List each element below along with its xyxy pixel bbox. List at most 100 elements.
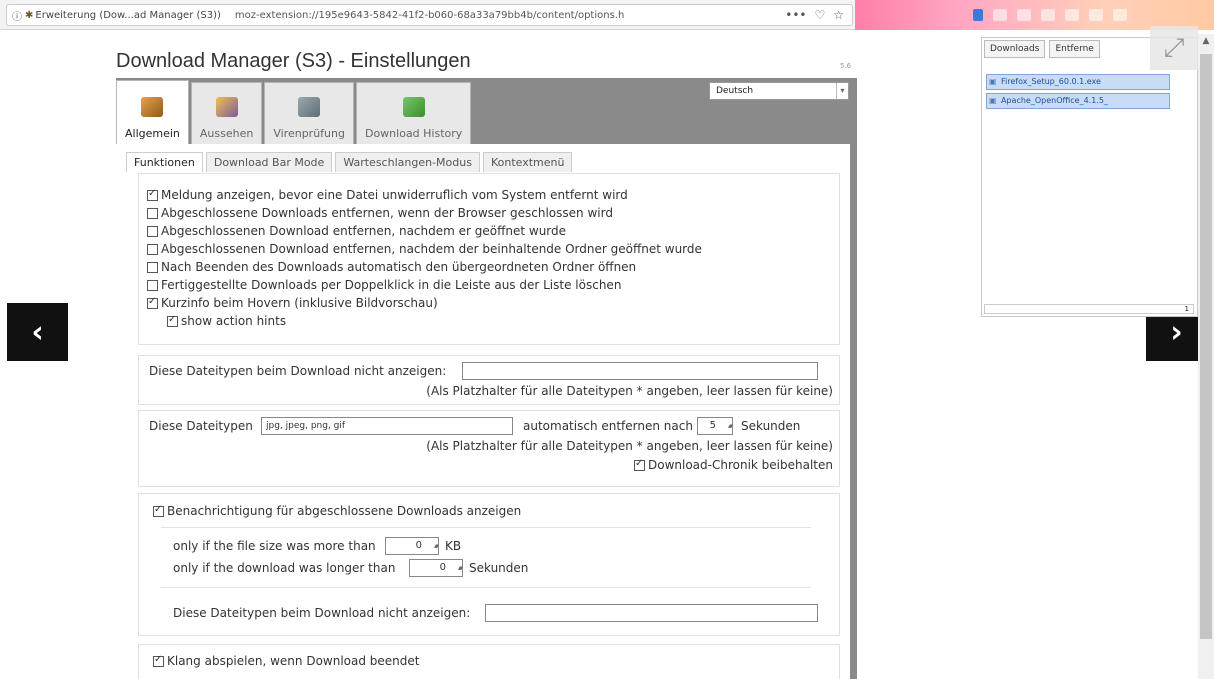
more-icon[interactable]: •••: [785, 8, 806, 22]
option-label: Abgeschlossene Downloads entfernen, wenn…: [161, 206, 613, 220]
previous-image-button[interactable]: ‹: [7, 303, 68, 361]
checkbox[interactable]: [147, 279, 158, 291]
checkbox[interactable]: [147, 225, 158, 237]
option-remove-on-open[interactable]: Abgeschlossenen Download entfernen, nach…: [147, 224, 566, 238]
tab-allgemein[interactable]: Allgemein: [116, 80, 189, 144]
checkbox[interactable]: [147, 243, 158, 255]
settings-frame: Allgemein Aussehen Virenprüfung Download…: [116, 78, 857, 679]
tab-aussehen[interactable]: Aussehen: [190, 82, 263, 144]
menu-icon[interactable]: [1113, 9, 1127, 21]
checkbox[interactable]: [147, 296, 158, 309]
auto-remove-after-label: automatisch entfernen nach: [523, 419, 693, 433]
url-bar[interactable]: ⓘ ✱ Erweiterung (Dow...ad Manager (S3)) …: [6, 4, 853, 26]
info-icon[interactable]: ⓘ: [9, 8, 25, 23]
option-keep-history[interactable]: Download-Chronik beibehalten: [634, 458, 833, 472]
checkbox[interactable]: [167, 314, 178, 327]
main-tabs: Allgemein Aussehen Virenprüfung Download…: [116, 80, 473, 144]
checkbox[interactable]: [147, 207, 158, 219]
auto-remove-seconds-stepper[interactable]: 5: [697, 417, 733, 435]
option-label: Klang abspielen, wenn Download beendet: [167, 654, 420, 668]
tab-virenpruefung[interactable]: Virenprüfung: [264, 82, 354, 144]
notification-group: Benachrichtigung für abgeschlossene Down…: [138, 493, 840, 636]
tab-label: Download History: [364, 127, 463, 140]
checkbox[interactable]: [147, 188, 158, 201]
account-icon[interactable]: [1041, 9, 1055, 21]
time-threshold-stepper[interactable]: 0: [409, 559, 463, 577]
auto-remove-group: Diese Dateitypen jpg, jpeg, png, gif aut…: [138, 410, 840, 487]
notify-hide-types-label: Diese Dateitypen beim Download nicht anz…: [173, 606, 471, 620]
language-select[interactable]: Deutsch ▾: [709, 82, 849, 100]
page-title: Download Manager (S3) - Einstellungen: [116, 50, 471, 72]
option-hover-info[interactable]: Kurzinfo beim Hovern (inklusive Bildvors…: [147, 296, 438, 310]
option-label: Kurzinfo beim Hovern (inklusive Bildvors…: [161, 296, 438, 310]
sidebar-tab-entfernen[interactable]: Entferne: [1049, 40, 1100, 58]
checkbox[interactable]: [153, 654, 164, 667]
option-confirm-delete[interactable]: Meldung anzeigen, bevor eine Datei unwid…: [147, 188, 628, 202]
page-scrollbar[interactable]: ▲: [1198, 34, 1214, 679]
option-play-sound[interactable]: Klang abspielen, wenn Download beendet: [153, 654, 419, 668]
option-label: Nach Beenden des Downloads automatisch d…: [161, 260, 637, 274]
subtab-warteschlangen-modus[interactable]: Warteschlangen-Modus: [335, 152, 480, 172]
language-value: Deutsch: [716, 86, 754, 96]
size-threshold-label: only if the file size was more than: [173, 539, 376, 553]
library-icon[interactable]: [993, 9, 1007, 21]
version-label: 5.6: [840, 62, 852, 70]
divider: [161, 587, 811, 588]
gear-box-icon: [141, 97, 164, 117]
option-action-hints[interactable]: show action hints: [167, 314, 286, 328]
auto-remove-label: Diese Dateitypen: [149, 419, 253, 433]
options-group: Meldung anzeigen, bevor eine Datei unwid…: [138, 173, 840, 345]
checkbox[interactable]: [153, 504, 164, 517]
notify-hide-types-input[interactable]: [485, 604, 818, 622]
download-item[interactable]: Apache_OpenOffice_4.1.5_: [986, 93, 1170, 109]
tab-title: Erweiterung (Dow...ad Manager (S3)): [35, 9, 221, 21]
option-label: Abgeschlossenen Download entfernen, nach…: [161, 242, 702, 256]
tab-label: Aussehen: [199, 127, 254, 140]
subtab-kontextmenue[interactable]: Kontextmenü: [482, 152, 573, 172]
scrollbar-thumb[interactable]: [1200, 54, 1212, 639]
divider: [161, 527, 811, 528]
checkbox[interactable]: [147, 261, 158, 273]
auto-remove-types-input[interactable]: jpg, jpeg, png, gif: [261, 417, 513, 435]
tab-download-history[interactable]: Download History: [355, 82, 472, 144]
option-open-parent-folder[interactable]: Nach Beenden des Downloads automatisch d…: [147, 260, 636, 274]
bookmark-star-icon[interactable]: ☆: [833, 8, 844, 22]
extension-badge-icon[interactable]: [1065, 9, 1079, 21]
expand-icon[interactable]: ⤢: [1150, 26, 1198, 70]
download-item[interactable]: Firefox_Setup_60.0.1.exe: [986, 74, 1170, 90]
option-notify[interactable]: Benachrichtigung für abgeschlossene Down…: [153, 504, 521, 518]
url-text[interactable]: moz-extension://195e9643-5842-41f2-b060-…: [235, 10, 785, 21]
history-icon: [402, 97, 425, 117]
auto-remove-unit: Sekunden: [741, 419, 801, 433]
chevron-down-icon[interactable]: ▾: [836, 83, 848, 99]
sidebar-tab-downloads[interactable]: Downloads: [984, 40, 1046, 58]
hide-types-hint: (Als Platzhalter für alle Dateitypen * a…: [426, 384, 833, 398]
browser-toolbar: ⓘ ✱ Erweiterung (Dow...ad Manager (S3)) …: [0, 0, 1214, 30]
option-label: Benachrichtigung für abgeschlossene Down…: [167, 504, 522, 518]
scroll-up-icon[interactable]: ▲: [1198, 34, 1214, 48]
tab-label: Allgemein: [125, 127, 180, 140]
auto-remove-hint: (Als Platzhalter für alle Dateitypen * a…: [426, 439, 833, 453]
option-label: Meldung anzeigen, bevor eine Datei unwid…: [161, 188, 628, 202]
option-remove-on-close[interactable]: Abgeschlossene Downloads entfernen, wenn…: [147, 206, 613, 220]
subtab-download-bar-mode[interactable]: Download Bar Mode: [205, 152, 333, 172]
download-icon[interactable]: [973, 9, 983, 21]
sidebar-icon[interactable]: [1017, 9, 1031, 21]
sub-tabs: Funktionen Download Bar Mode Warteschlan…: [126, 152, 575, 172]
sidebar-status: 1: [984, 304, 1194, 314]
checkbox[interactable]: [634, 458, 645, 471]
settings-panel: Funktionen Download Bar Mode Warteschlan…: [116, 144, 850, 679]
pocket-icon[interactable]: ♡: [814, 8, 825, 22]
download-sidebar: Downloads Entferne Firefox_Setup_60.0.1.…: [981, 37, 1198, 317]
addon-icon[interactable]: [1089, 9, 1103, 21]
paint-icon: [215, 97, 238, 117]
size-threshold-stepper[interactable]: 0: [385, 537, 439, 555]
time-threshold-label: only if the download was longer than: [173, 561, 396, 575]
hide-types-input[interactable]: [462, 362, 818, 380]
option-doubleclick-remove[interactable]: Fertiggestellte Downloads per Doppelklic…: [147, 278, 621, 292]
subtab-funktionen[interactable]: Funktionen: [126, 152, 203, 172]
option-label: Fertiggestellte Downloads per Doppelklic…: [161, 278, 622, 292]
option-label: Download-Chronik beibehalten: [648, 458, 833, 472]
option-label: Abgeschlossenen Download entfernen, nach…: [161, 224, 567, 238]
option-remove-on-folder-open[interactable]: Abgeschlossenen Download entfernen, nach…: [147, 242, 702, 256]
